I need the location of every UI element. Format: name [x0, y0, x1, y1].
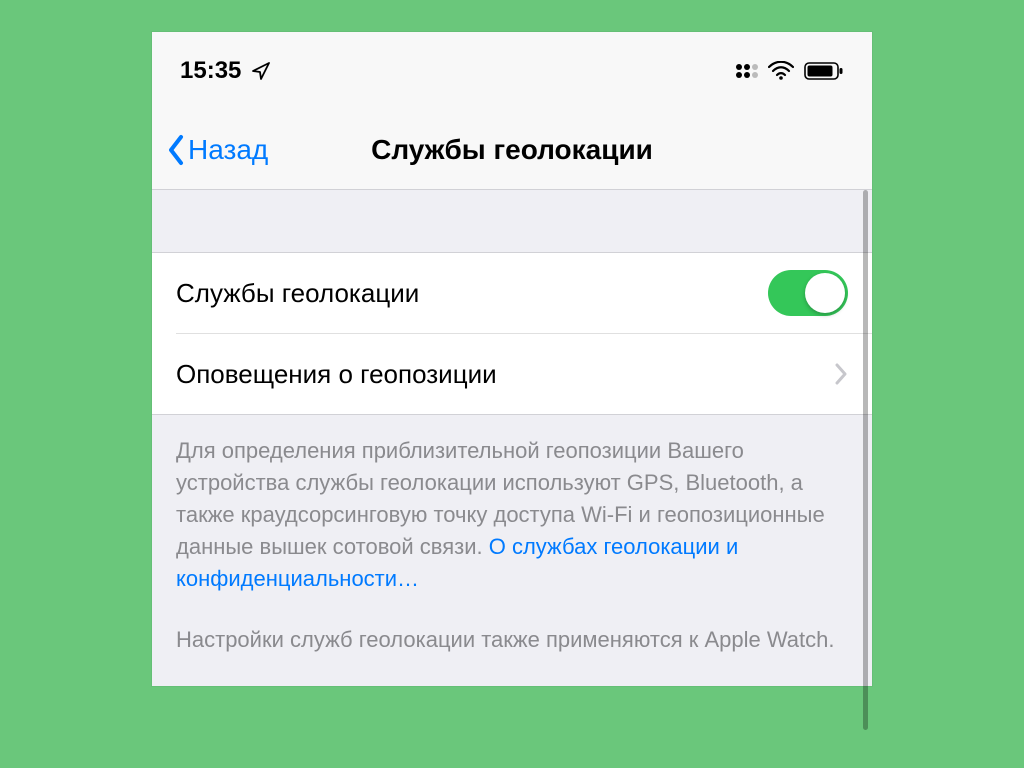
- navigation-bar: Назад Службы геолокации: [152, 110, 872, 190]
- location-services-cell[interactable]: Службы геолокации: [152, 253, 872, 333]
- footer-paragraph-2: Настройки служб геолокации также применя…: [176, 624, 848, 656]
- chevron-right-icon: [834, 362, 848, 386]
- battery-icon: [804, 61, 844, 81]
- content-area: Службы геолокации Оповещения о геопозици…: [152, 190, 872, 686]
- status-time: 15:35: [180, 57, 241, 85]
- location-arrow-icon: [251, 61, 271, 81]
- page-title: Службы геолокации: [371, 134, 653, 166]
- location-alerts-label: Оповещения о геопозиции: [176, 359, 497, 390]
- settings-group: Службы геолокации Оповещения о геопозици…: [152, 252, 872, 415]
- back-label: Назад: [188, 134, 268, 166]
- chevron-left-icon: [166, 134, 186, 166]
- group-spacer: [152, 190, 872, 252]
- status-bar: 15:35: [152, 32, 872, 110]
- location-services-toggle[interactable]: [768, 270, 848, 316]
- footer-text: Для определения приблизительной геопозиц…: [152, 415, 872, 686]
- scrollbar[interactable]: [863, 190, 868, 730]
- location-services-label: Службы геолокации: [176, 278, 419, 309]
- wifi-icon: [768, 61, 794, 81]
- back-button[interactable]: Назад: [166, 134, 268, 166]
- location-alerts-cell[interactable]: Оповещения о геопозиции: [152, 334, 872, 414]
- status-bar-left: 15:35: [180, 57, 271, 85]
- toggle-knob: [805, 273, 845, 313]
- phone-frame: 15:35: [152, 32, 872, 686]
- status-bar-right: [736, 61, 844, 81]
- cellular-signal-icon: [736, 64, 758, 78]
